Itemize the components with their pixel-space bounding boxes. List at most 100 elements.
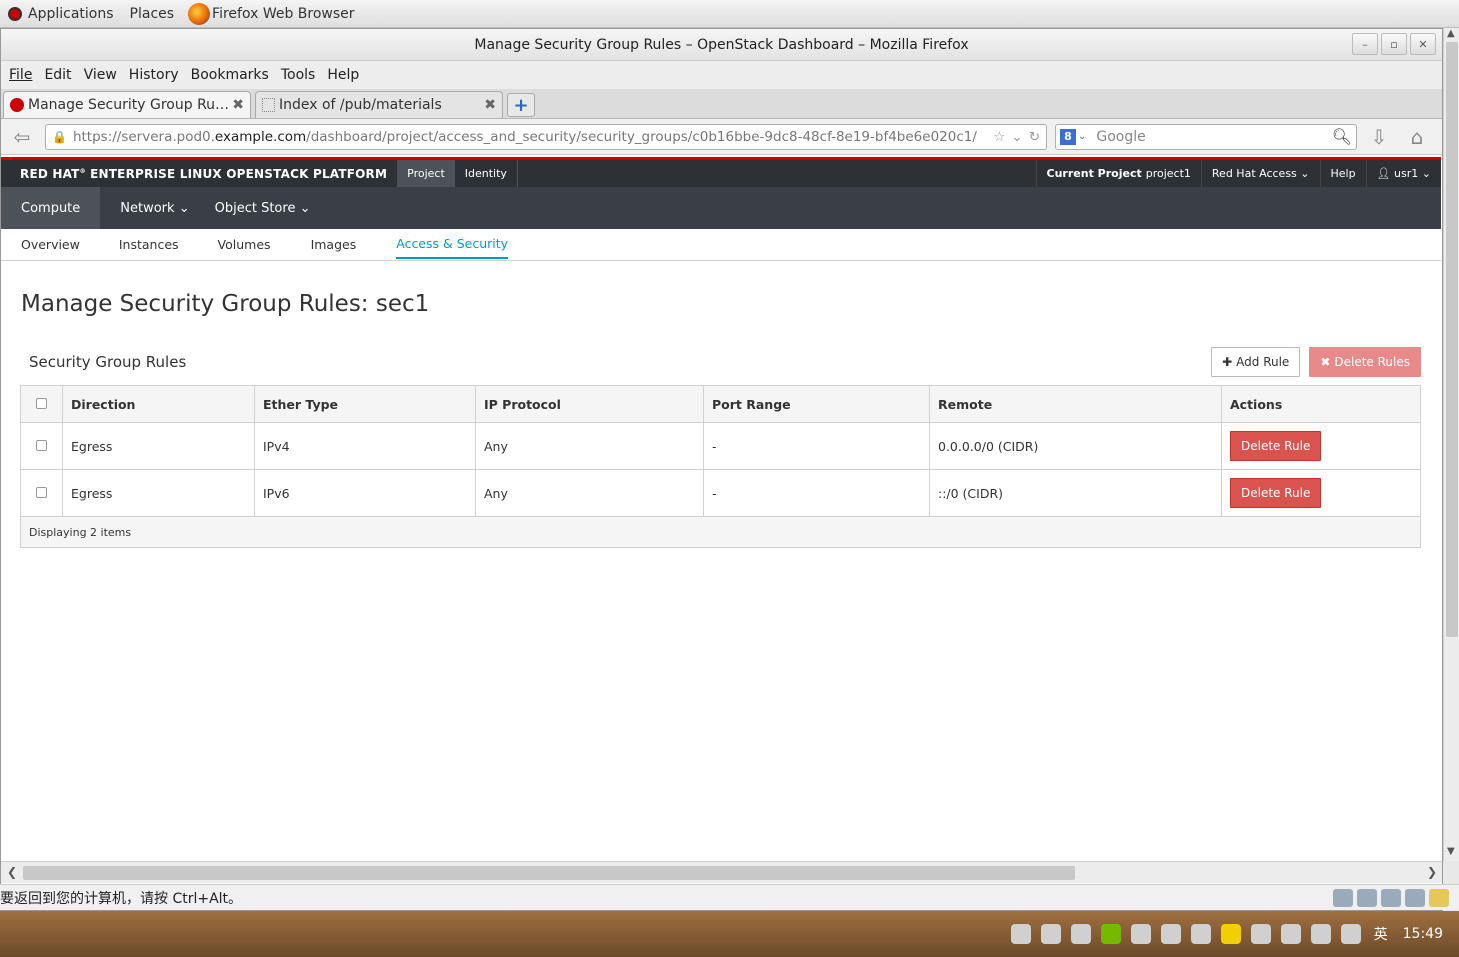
scroll-right-arrow-icon[interactable]: ❯ bbox=[1427, 865, 1437, 879]
tray-app-icon[interactable] bbox=[1160, 924, 1181, 944]
help-link[interactable]: Help bbox=[1319, 160, 1366, 187]
tray-app-icon[interactable] bbox=[1070, 924, 1091, 944]
new-tab-button[interactable]: + bbox=[507, 93, 535, 117]
firefox-task-label: Firefox Web Browser bbox=[212, 5, 355, 22]
subnav-instances[interactable]: Instances bbox=[119, 237, 179, 258]
vertical-scroll-thumb[interactable] bbox=[1446, 42, 1458, 637]
delete-rule-button[interactable]: Delete Rule bbox=[1230, 478, 1322, 508]
menu-view[interactable]: View bbox=[84, 67, 117, 83]
search-bar[interactable]: 8 ⌄ Google 🔍︎ bbox=[1055, 123, 1357, 150]
search-engine-icon[interactable]: 8 bbox=[1060, 128, 1076, 145]
user-menu[interactable]: 👤︎ usr1 ⌄ bbox=[1365, 160, 1441, 187]
page-favicon-icon bbox=[262, 98, 275, 112]
magnifier-icon[interactable]: 🔍︎ bbox=[1332, 127, 1352, 146]
subnav-volumes[interactable]: Volumes bbox=[218, 237, 271, 258]
reload-icon[interactable]: ↻ bbox=[1029, 129, 1040, 145]
nav-identity[interactable]: Identity bbox=[455, 160, 518, 187]
display-icon[interactable] bbox=[1405, 888, 1425, 907]
subnav-access-security[interactable]: Access & Security bbox=[396, 236, 509, 259]
scroll-down-arrow-icon[interactable]: ▼ bbox=[1447, 846, 1455, 857]
nav-object-store[interactable]: Object Store ⌄ bbox=[210, 187, 331, 229]
maximize-button[interactable]: ▫ bbox=[1381, 33, 1407, 55]
scroll-left-arrow-icon[interactable]: ❮ bbox=[7, 865, 17, 879]
menu-tools[interactable]: Tools bbox=[281, 67, 316, 83]
action-center-icon[interactable] bbox=[1340, 924, 1361, 944]
notes-icon[interactable] bbox=[1429, 888, 1449, 907]
tray-nvidia-icon[interactable] bbox=[1100, 924, 1121, 944]
back-arrow-icon[interactable]: ⇦ bbox=[5, 123, 39, 151]
firefox-task-button[interactable]: Firefox Web Browser bbox=[182, 2, 355, 25]
tab-label: Manage Security Group Rule… bbox=[28, 97, 233, 113]
tertiary-nav: Overview Instances Volumes Images Access… bbox=[1, 229, 1441, 261]
disk-icon[interactable] bbox=[1333, 888, 1353, 907]
url-text[interactable]: https://servera.pod0.example.com/dashboa… bbox=[73, 129, 987, 145]
dropdown-chevron-icon[interactable]: ⌄ bbox=[1011, 129, 1022, 145]
cell-remote: ::/0 (CIDR) bbox=[929, 469, 1222, 517]
home-icon[interactable]: ⌂ bbox=[1401, 123, 1433, 151]
add-rule-button[interactable]: ✚ Add Rule bbox=[1211, 347, 1301, 377]
delete-rules-button[interactable]: ✖ Delete Rules bbox=[1309, 347, 1421, 377]
horizontal-scrollbar[interactable]: ❮ ❯ bbox=[1, 861, 1442, 883]
cell-direction: Egress bbox=[62, 469, 255, 517]
network-icon[interactable] bbox=[1381, 888, 1401, 907]
col-remote[interactable]: Remote bbox=[929, 385, 1222, 423]
horizontal-scroll-thumb[interactable] bbox=[23, 866, 1075, 880]
menu-help[interactable]: Help bbox=[327, 67, 359, 83]
battery-icon[interactable] bbox=[1250, 924, 1271, 944]
window-titlebar[interactable]: Manage Security Group Rules – OpenStack … bbox=[1, 29, 1442, 61]
row-select-cell bbox=[20, 422, 63, 470]
delete-rule-button[interactable]: Delete Rule bbox=[1230, 431, 1322, 461]
col-direction[interactable]: Direction bbox=[62, 385, 255, 423]
security-group-rules-table: Direction Ether Type IP Protocol Port Ra… bbox=[20, 385, 1421, 548]
menu-file[interactable]: File bbox=[9, 67, 32, 83]
menu-bookmarks[interactable]: Bookmarks bbox=[191, 67, 269, 83]
redhat-access-dropdown[interactable]: Red Hat Access ⌄ bbox=[1200, 160, 1320, 187]
tab-close-icon[interactable]: ✖ bbox=[232, 97, 244, 113]
menu-history[interactable]: History bbox=[129, 67, 179, 83]
select-all-checkbox[interactable] bbox=[36, 397, 47, 409]
nav-compute[interactable]: Compute bbox=[1, 187, 101, 229]
vertical-scrollbar[interactable]: ▲ ▼ bbox=[1443, 28, 1459, 861]
tray-app-icon[interactable] bbox=[1040, 924, 1061, 944]
row-checkbox[interactable] bbox=[36, 486, 47, 498]
window-title: Manage Security Group Rules – OpenStack … bbox=[474, 36, 969, 53]
bookmark-star-icon[interactable]: ☆ bbox=[993, 129, 1005, 145]
wifi-icon[interactable] bbox=[1280, 924, 1301, 944]
gnome-top-panel: Applications Places Firefox Web Browser bbox=[0, 0, 1459, 28]
menu-edit[interactable]: Edit bbox=[44, 67, 71, 83]
tab-index-materials[interactable]: Index of /pub/materials ✖ bbox=[255, 91, 503, 118]
secondary-nav: Compute Network ⌄ Object Store ⌄ bbox=[1, 187, 1441, 229]
scroll-up-arrow-icon[interactable]: ▲ bbox=[1447, 28, 1455, 39]
url-bar[interactable]: 🔒 https://servera.pod0.example.com/dashb… bbox=[45, 123, 1047, 150]
current-project-dropdown[interactable]: Current Project project1 bbox=[1035, 160, 1201, 187]
tray-app-icon[interactable] bbox=[1010, 924, 1031, 944]
subnav-overview[interactable]: Overview bbox=[21, 237, 80, 258]
subnav-images[interactable]: Images bbox=[311, 237, 357, 258]
volume-icon[interactable] bbox=[1310, 924, 1331, 944]
tray-plus-icon[interactable] bbox=[1220, 924, 1241, 944]
plus-icon: ✚ bbox=[1222, 355, 1233, 369]
tray-globe-icon[interactable] bbox=[1190, 924, 1211, 944]
nav-project[interactable]: Project bbox=[397, 160, 455, 187]
engine-chevron-icon[interactable]: ⌄ bbox=[1078, 131, 1086, 142]
firefox-icon bbox=[188, 2, 211, 25]
nav-network[interactable]: Network ⌄ bbox=[100, 187, 209, 229]
brand-title[interactable]: RED HAT® ENTERPRISE LINUX OPENSTACK PLAT… bbox=[20, 167, 387, 181]
ime-indicator[interactable]: 英 bbox=[1371, 924, 1391, 944]
col-ip-protocol[interactable]: IP Protocol bbox=[475, 385, 704, 423]
select-all-cell bbox=[20, 385, 63, 423]
downloads-icon[interactable]: ⇩ bbox=[1363, 123, 1395, 151]
places-menu[interactable]: Places bbox=[130, 6, 175, 22]
tab-security-group-rules[interactable]: Manage Security Group Rule… ✖ bbox=[3, 91, 251, 118]
search-input[interactable]: Google bbox=[1096, 129, 1331, 145]
minimize-button[interactable]: – bbox=[1352, 33, 1378, 55]
taskbar-clock[interactable]: 15:49 bbox=[1403, 926, 1443, 942]
col-port-range[interactable]: Port Range bbox=[703, 385, 930, 423]
applications-menu[interactable]: Applications bbox=[8, 6, 114, 22]
close-window-button[interactable]: ✕ bbox=[1410, 33, 1436, 55]
col-ether-type[interactable]: Ether Type bbox=[254, 385, 476, 423]
tray-app-icon[interactable] bbox=[1130, 924, 1151, 944]
tab-close-icon[interactable]: ✖ bbox=[484, 97, 496, 113]
row-checkbox[interactable] bbox=[36, 439, 47, 451]
cd-icon[interactable] bbox=[1357, 888, 1377, 907]
